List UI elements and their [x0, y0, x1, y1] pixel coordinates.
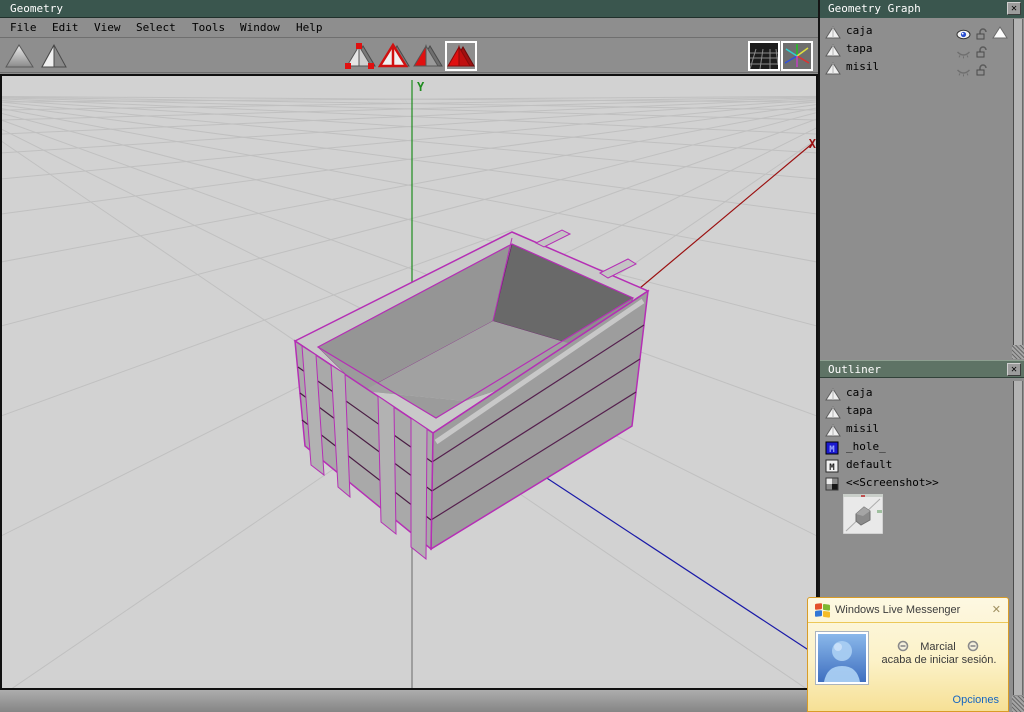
geometry-graph-titlebar[interactable]: Geometry Graph ✕ [820, 0, 1024, 18]
flat-shaded-pyramid-icon[interactable] [38, 41, 70, 71]
menu-tools[interactable]: Tools [192, 21, 225, 34]
windows-flag-icon [814, 602, 832, 624]
outliner-row-misil[interactable]: misil [820, 420, 1010, 438]
item-label: misil [846, 422, 880, 435]
panel-resize-handle[interactable] [1012, 345, 1024, 359]
geometry-graph-row-caja[interactable]: caja [820, 22, 1010, 40]
messenger-title: Windows Live Messenger [835, 604, 961, 616]
body-select-mode-icon[interactable] [445, 41, 477, 71]
edge-select-mode-icon[interactable] [377, 41, 410, 71]
geometry-window: Geometry File Edit View Select Tools Win… [0, 0, 881, 712]
svg-text:M: M [829, 463, 835, 473]
item-label: misil [846, 60, 880, 73]
eye-closed-icon[interactable] [956, 62, 971, 81]
outliner-row-default[interactable]: M default [820, 456, 1010, 474]
lock-open-icon[interactable] [976, 61, 988, 80]
outliner-scrollbar[interactable] [1013, 381, 1023, 695]
close-icon[interactable]: ✕ [1007, 2, 1021, 15]
menubar: File Edit View Select Tools Window Help [0, 18, 820, 38]
options-link[interactable]: Opciones [953, 694, 999, 706]
status-busy-icon [967, 640, 979, 655]
item-label: tapa [846, 404, 873, 417]
menu-edit[interactable]: Edit [52, 21, 79, 34]
face-select-mode-icon[interactable] [412, 41, 444, 71]
contact-name[interactable]: Marcial [920, 641, 955, 653]
item-label: tapa [846, 42, 873, 55]
close-icon[interactable]: ✕ [1007, 363, 1021, 376]
outliner-row-tapa[interactable]: tapa [820, 402, 1010, 420]
geometry-graph-row-tapa[interactable]: tapa [820, 40, 1010, 59]
messenger-status-line: Marcial [872, 640, 1004, 655]
viewport-canvas: Y X [0, 80, 881, 697]
screenshot-thumbnail[interactable] [842, 493, 884, 535]
vertex-select-mode-icon[interactable] [345, 41, 377, 71]
geometry-graph-row-misil[interactable]: misil [820, 58, 1010, 79]
image-checker-icon [825, 476, 839, 495]
object-triangle-icon [825, 60, 841, 79]
item-label: _hole_ [846, 440, 886, 453]
outliner-title: Outliner [828, 363, 881, 376]
menu-file[interactable]: File [10, 21, 37, 34]
axes-toggle-icon[interactable] [781, 41, 813, 71]
item-label: default [846, 458, 893, 471]
outliner-row-screenshot[interactable]: <<Screenshot>> [820, 474, 1010, 492]
avatar[interactable] [815, 631, 869, 685]
messenger-popup: Windows Live Messenger ✕ Marcial acaba d… [807, 597, 1009, 712]
x-axis-label: X [809, 137, 816, 151]
bottom-strip [0, 690, 818, 712]
outliner-row-caja[interactable]: caja [820, 384, 1010, 402]
window-title: Geometry [10, 2, 63, 15]
menu-help[interactable]: Help [296, 21, 323, 34]
window-titlebar[interactable]: Geometry [0, 0, 820, 18]
toolbar [0, 39, 820, 73]
status-busy-icon [897, 640, 909, 655]
panel-resize-handle[interactable] [1012, 696, 1024, 712]
menu-window[interactable]: Window [240, 21, 280, 34]
messenger-status-message: acaba de iniciar sesión. [881, 654, 997, 666]
outliner-row-hole[interactable]: M _hole_ [820, 438, 1010, 456]
y-axis-label: Y [417, 80, 425, 94]
viewport-3d[interactable]: Y X [0, 74, 881, 697]
item-label: caja [846, 386, 873, 399]
close-icon[interactable]: ✕ [992, 603, 1001, 616]
item-label: caja [846, 24, 873, 37]
item-label: <<Screenshot>> [846, 476, 939, 489]
menu-select[interactable]: Select [136, 21, 176, 34]
menu-view[interactable]: View [94, 21, 121, 34]
geometry-graph-title: Geometry Graph [828, 2, 921, 15]
smooth-shaded-pyramid-icon[interactable] [4, 41, 36, 71]
outliner-titlebar[interactable]: Outliner ✕ [820, 360, 1024, 378]
geometry-graph-scrollbar[interactable] [1013, 19, 1023, 345]
ground-plane-toggle-icon[interactable] [748, 41, 780, 71]
svg-text:M: M [829, 445, 835, 455]
